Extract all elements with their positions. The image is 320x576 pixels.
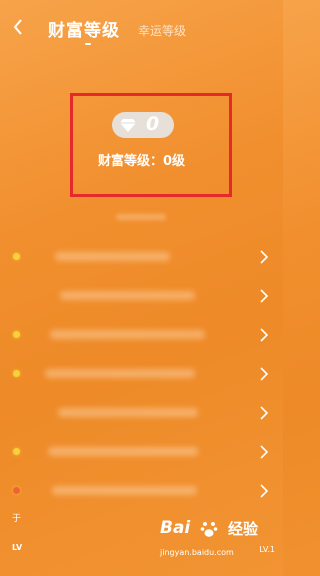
blurred-text (48, 447, 198, 456)
blurred-text (45, 369, 195, 378)
back-button[interactable] (10, 16, 26, 38)
chevron-right-icon (260, 289, 269, 303)
list-item[interactable] (0, 316, 283, 355)
blurred-text (52, 486, 197, 495)
list-item[interactable] (0, 433, 283, 472)
level-list (0, 238, 283, 511)
blurred-text (50, 330, 205, 339)
watermark-logo: Bai (160, 518, 191, 538)
bottom-left-text: 于 (12, 514, 22, 524)
diamond-icon (120, 119, 136, 132)
level-dot (13, 370, 20, 377)
tab-luck-level[interactable]: 幸运等级 (138, 22, 186, 39)
watermark-logo-text: 经验 (228, 520, 259, 538)
blurred-text (58, 408, 198, 417)
chevron-right-icon (260, 367, 269, 381)
list-item[interactable] (0, 277, 283, 316)
highlight-box (70, 93, 232, 197)
blurred-text (55, 252, 170, 261)
level-dot (13, 448, 20, 455)
chevron-left-icon (13, 19, 22, 35)
level-dot (13, 253, 20, 260)
wealth-value: 0 (146, 113, 160, 135)
level-dot (13, 487, 20, 494)
chevron-right-icon (260, 484, 269, 498)
chevron-right-icon (260, 445, 269, 459)
paw-icon (200, 522, 218, 537)
baidu-watermark: Bai 经验 jingyan.baidu.com (160, 518, 275, 563)
blurred-caption (116, 214, 166, 220)
list-item[interactable] (0, 238, 283, 277)
level-label-left: LV (12, 543, 23, 552)
top-bar: 财富等级 幸运等级 (0, 0, 283, 56)
chevron-right-icon (260, 250, 269, 264)
level-dot (13, 331, 20, 338)
chevron-right-icon (260, 328, 269, 342)
tab-wealth-level[interactable]: 财富等级 (48, 16, 120, 41)
chevron-right-icon (260, 406, 269, 420)
wealth-level-text: 财富等级：0级 (97, 154, 186, 169)
wealth-badge: 0 (112, 112, 174, 138)
tab-active-indicator (85, 43, 91, 45)
list-item[interactable] (0, 355, 283, 394)
list-item[interactable] (0, 394, 283, 433)
watermark-url: jingyan.baidu.com (160, 548, 234, 557)
blurred-text (60, 291, 195, 300)
